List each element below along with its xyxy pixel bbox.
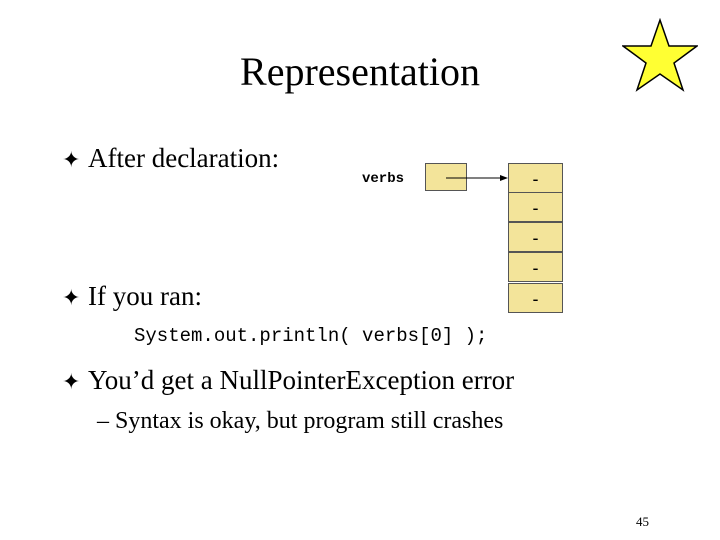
array-cell: - bbox=[508, 283, 563, 313]
array-cell: - bbox=[508, 192, 563, 222]
bullet-after-declaration: ✦ After declaration: bbox=[62, 142, 279, 176]
bullet-text: You’d get a NullPointerException error bbox=[88, 365, 515, 395]
bullet-if-you-ran: ✦ If you ran: bbox=[62, 280, 202, 314]
sub-bullet: – Syntax is okay, but program still cras… bbox=[97, 408, 504, 434]
bullet-marker-icon: ✦ bbox=[62, 147, 81, 172]
code-line: System.out.println( verbs[0] ); bbox=[134, 325, 488, 347]
page-number: 45 bbox=[636, 514, 649, 529]
bullet-text: After declaration: bbox=[88, 143, 280, 173]
array-cell: - bbox=[508, 222, 563, 252]
star-icon bbox=[622, 18, 698, 92]
array-cell: - bbox=[508, 252, 563, 282]
bullet-marker-icon: ✦ bbox=[62, 369, 81, 394]
reference-box bbox=[425, 163, 467, 191]
bullet-text: If you ran: bbox=[88, 281, 202, 311]
array-cell: - bbox=[508, 163, 563, 193]
variable-label: verbs bbox=[362, 171, 405, 187]
bullet-nullpointer: ✦ You’d get a NullPointerException error bbox=[62, 364, 514, 398]
slide-title: Representation bbox=[240, 49, 480, 94]
bullet-marker-icon: ✦ bbox=[62, 285, 81, 310]
